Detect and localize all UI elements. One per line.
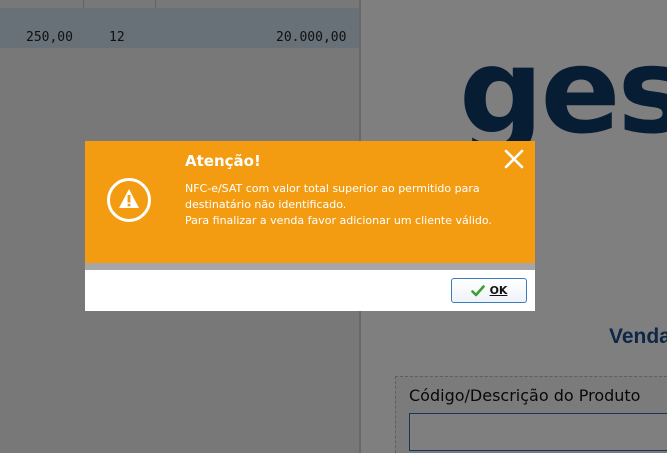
alert-dialog: Atenção! NFC-e/SAT com valor total super… (85, 141, 535, 311)
ok-button[interactable]: OK (451, 278, 527, 303)
check-icon (470, 284, 485, 296)
dialog-separator (85, 263, 535, 270)
dialog-message-line: NFC-e/SAT com valor total superior ao pe… (185, 182, 480, 195)
dialog-message-line: Para finalizar a venda favor adicionar u… (185, 214, 492, 227)
ok-button-label: OK (489, 284, 508, 297)
close-icon (504, 149, 524, 169)
close-button[interactable] (500, 145, 528, 173)
dialog-header: Atenção! NFC-e/SAT com valor total super… (85, 141, 535, 263)
dialog-message: NFC-e/SAT com valor total superior ao pe… (185, 181, 525, 229)
warning-icon (107, 178, 151, 222)
dialog-footer: OK (85, 270, 535, 311)
dialog-title: Atenção! (185, 152, 261, 170)
dialog-message-line: destinatário não identificado. (185, 198, 347, 211)
